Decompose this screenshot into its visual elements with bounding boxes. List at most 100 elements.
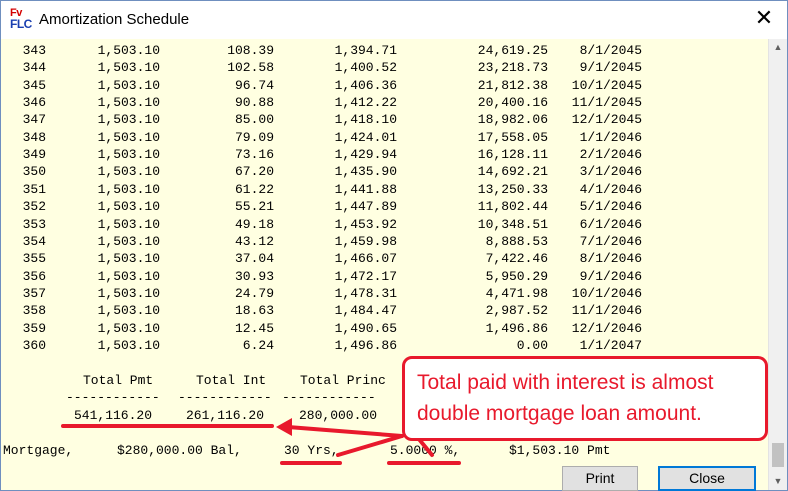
scroll-up-arrow-icon[interactable]: ▲ <box>769 39 787 56</box>
row-interest: 30.93 <box>235 268 275 284</box>
row-payment: 1,503.10 <box>97 77 161 93</box>
totals-value-row: 541,116.20 261,116.20 280,000.00 <box>2 407 377 424</box>
row-principal: 1,406.36 <box>334 77 398 93</box>
row-date: 12/1/2046 <box>571 320 643 336</box>
row-number: 360 <box>22 337 46 353</box>
scroll-down-arrow-icon[interactable]: ▼ <box>769 473 787 490</box>
row-interest: 85.00 <box>235 112 275 128</box>
row-balance: 13,250.33 <box>477 181 549 197</box>
row-date: 11/1/2045 <box>571 95 643 111</box>
row-interest: 67.20 <box>235 164 275 180</box>
row-date: 3/1/2046 <box>579 164 643 180</box>
row-payment: 1,503.10 <box>97 43 161 58</box>
row-date: 1/1/2047 <box>579 337 643 353</box>
close-window-icon[interactable]: ✕ <box>741 1 787 39</box>
row-payment: 1,503.10 <box>97 199 161 215</box>
row-number: 344 <box>22 60 46 76</box>
row-payment: 1,503.10 <box>97 129 161 145</box>
row-date: 7/1/2046 <box>579 233 643 249</box>
row-balance: 11,802.44 <box>477 199 549 215</box>
total-princ-label: Total Princ <box>300 373 386 388</box>
row-principal: 1,418.10 <box>334 112 398 128</box>
row-date: 8/1/2045 <box>579 43 643 58</box>
row-balance: 21,812.38 <box>477 77 549 93</box>
row-balance: 0.00 <box>516 337 549 353</box>
row-principal: 1,466.07 <box>334 251 398 267</box>
row-interest: 43.12 <box>235 233 275 249</box>
window-title: Amortization Schedule <box>39 11 190 28</box>
row-number: 353 <box>22 216 46 232</box>
row-interest: 61.22 <box>235 181 275 197</box>
row-payment: 1,503.10 <box>97 95 161 111</box>
callout-line-1: Total paid with interest is almost <box>417 371 714 394</box>
print-button[interactable]: Print <box>562 466 638 491</box>
row-number: 345 <box>22 77 46 93</box>
title-bar: Fv FLC Amortization Schedule ✕ <box>1 1 787 39</box>
row-date: 9/1/2045 <box>579 60 643 76</box>
row-balance: 24,619.25 <box>477 43 549 58</box>
row-number: 348 <box>22 129 46 145</box>
row-balance: 5,950.29 <box>485 268 549 284</box>
row-interest: 6.24 <box>242 337 275 353</box>
row-payment: 1,503.10 <box>97 285 161 301</box>
row-interest: 102.58 <box>227 60 274 76</box>
row-date: 8/1/2046 <box>579 251 643 267</box>
row-balance: 7,422.46 <box>485 251 549 267</box>
close-button[interactable]: Close <box>658 466 756 491</box>
row-payment: 1,503.10 <box>97 268 161 284</box>
row-number: 356 <box>22 268 46 284</box>
row-date: 10/1/2046 <box>571 285 643 301</box>
row-balance: 20,400.16 <box>477 95 549 111</box>
row-number: 354 <box>22 233 46 249</box>
row-balance: 8,888.53 <box>485 233 549 249</box>
total-princ-value: 280,000.00 <box>299 408 378 423</box>
row-number: 358 <box>22 303 46 319</box>
row-interest: 12.45 <box>235 320 275 336</box>
row-payment: 1,503.10 <box>97 164 161 180</box>
mortgage-label: Mortgage, <box>3 443 74 458</box>
scrollbar-thumb[interactable] <box>772 443 784 467</box>
row-principal: 1,484.47 <box>334 303 398 319</box>
row-principal: 1,490.65 <box>334 320 398 336</box>
row-principal: 1,447.89 <box>334 199 398 215</box>
row-date: 4/1/2046 <box>579 181 643 197</box>
row-balance: 18,982.06 <box>477 112 549 128</box>
row-balance: 14,692.21 <box>477 164 549 180</box>
row-number: 359 <box>22 320 46 336</box>
row-principal: 1,478.31 <box>334 285 398 301</box>
row-date: 10/1/2045 <box>571 77 643 93</box>
row-number: 346 <box>22 95 46 111</box>
row-interest: 49.18 <box>235 216 275 232</box>
row-interest: 24.79 <box>235 285 275 301</box>
mortgage-term: 30 Yrs, <box>284 443 339 458</box>
vertical-scrollbar[interactable]: ▲ ▼ <box>768 39 787 490</box>
row-number: 352 <box>22 199 46 215</box>
row-balance: 17,558.05 <box>477 129 549 145</box>
row-interest: 96.74 <box>235 77 275 93</box>
mortgage-rate: 5.0000 %, <box>390 443 461 458</box>
row-principal: 1,496.86 <box>334 337 398 353</box>
row-payment: 1,503.10 <box>97 147 161 163</box>
row-balance: 1,496.86 <box>485 320 549 336</box>
totals-header-row: Total Pmt Total Int Total Princ <box>2 372 386 389</box>
row-number: 349 <box>22 147 46 163</box>
row-payment: 1,503.10 <box>97 216 161 232</box>
row-date: 9/1/2046 <box>579 268 643 284</box>
row-payment: 1,503.10 <box>97 112 161 128</box>
row-interest: 108.39 <box>227 43 274 58</box>
total-int-label: Total Int <box>196 373 267 388</box>
row-principal: 1,441.88 <box>334 181 398 197</box>
row-payment: 1,503.10 <box>97 320 161 336</box>
row-balance: 2,987.52 <box>485 303 549 319</box>
mortgage-balance: $280,000.00 Bal, <box>117 443 242 458</box>
row-payment: 1,503.10 <box>97 60 161 76</box>
row-balance: 10,348.51 <box>477 216 549 232</box>
total-pmt-rule: ------------ <box>66 390 160 405</box>
row-date: 6/1/2046 <box>579 216 643 232</box>
row-date: 1/1/2046 <box>579 129 643 145</box>
row-balance: 23,218.73 <box>477 60 549 76</box>
row-payment: 1,503.10 <box>97 181 161 197</box>
row-interest: 79.09 <box>235 129 275 145</box>
mortgage-payment: $1,503.10 Pmt <box>509 443 611 458</box>
row-principal: 1,453.92 <box>334 216 398 232</box>
